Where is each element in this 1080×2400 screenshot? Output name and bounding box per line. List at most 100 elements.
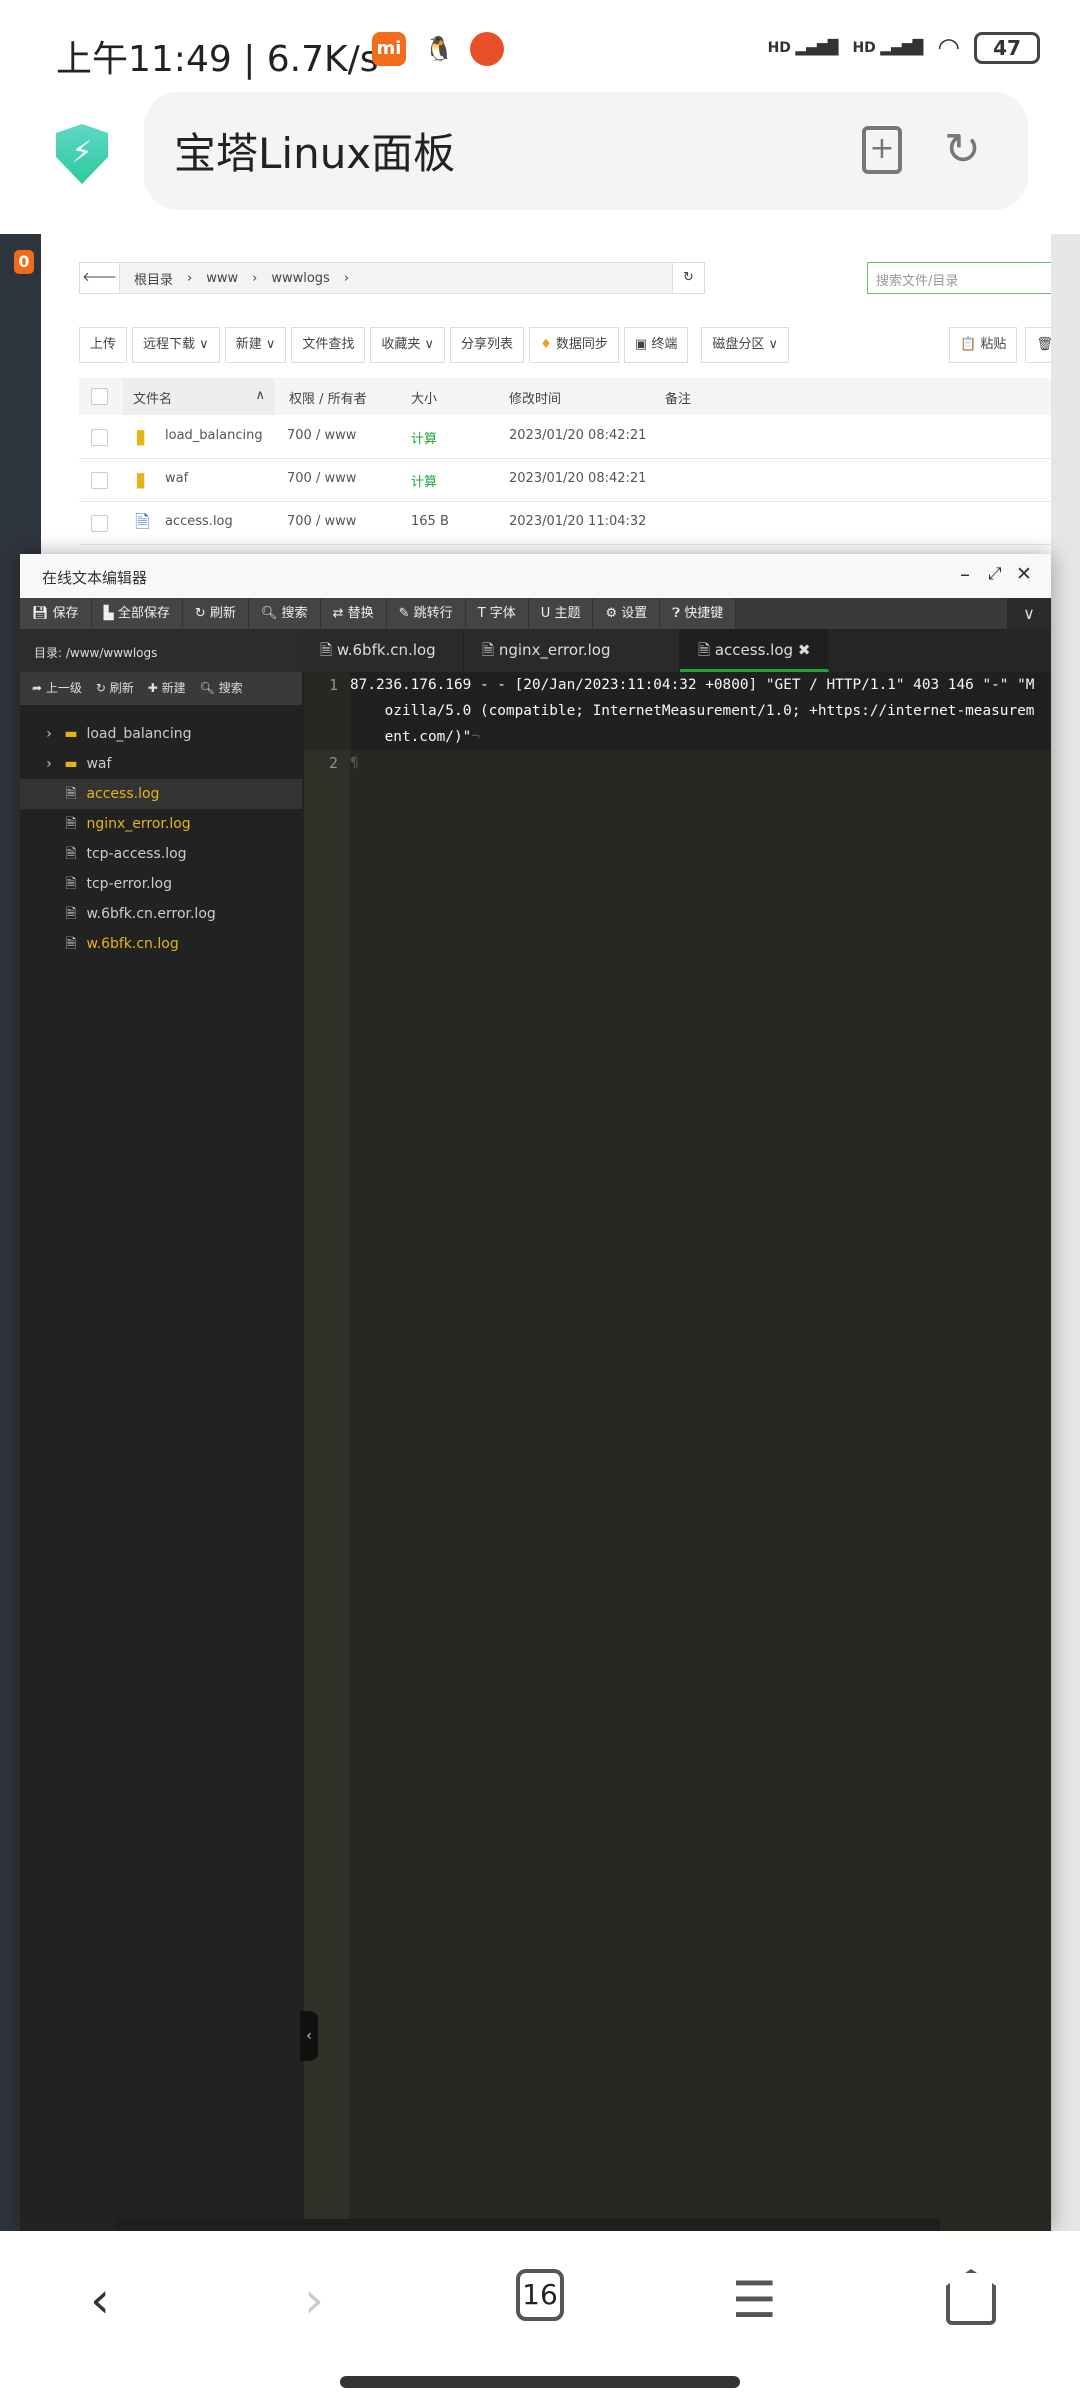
tree-item[interactable]: 🗎 w.6bfk.cn.error.log (20, 899, 302, 929)
reload-icon[interactable]: ↻ (944, 124, 981, 175)
tree-refresh-button[interactable]: ↻ 刷新 (96, 672, 134, 705)
back-arrow-icon[interactable]: 🡐 (80, 263, 120, 293)
breadcrumb-root[interactable]: 根目录 (134, 269, 173, 288)
tab-access-log[interactable]: 🗎 access.log ✖ (680, 629, 830, 672)
replace-icon: ⇄ (332, 606, 344, 621)
tree-item[interactable]: › ▬ waf (20, 749, 302, 779)
tree-item[interactable]: 🗎 tcp-access.log (20, 839, 302, 869)
chevron-right-icon: › (46, 756, 52, 772)
refresh-icon[interactable]: ↻ (672, 263, 704, 293)
close-tab-icon[interactable]: ✖ (798, 641, 811, 659)
menu-icon[interactable]: ☰ (732, 2271, 777, 2329)
settings-button[interactable]: ⚙ 设置 (593, 598, 661, 629)
table-row[interactable]: ▮ waf 700 / www 计算 2023/01/20 08:42:21 (79, 459, 1051, 502)
home-indicator[interactable] (340, 2376, 740, 2388)
table-row[interactable]: 🗎 access.log 700 / www 165 B 2023/01/20 … (79, 502, 1051, 545)
tree-item-label: w.6bfk.cn.log (86, 936, 179, 952)
tree-item-label: tcp-error.log (86, 876, 172, 892)
file-icon: 🗎 (65, 816, 77, 832)
tree-search-button[interactable]: 🔍︎ 搜索 (200, 672, 243, 705)
file-tree-pane: 目录: /www/wwwlogs ➦ 上一级 ↻ 刷新 ✚ 新建 🔍︎ 搜索 ›… (20, 629, 302, 2231)
remote-download-button[interactable]: 远程下载 ∨ (132, 327, 220, 363)
home-icon[interactable] (946, 2269, 996, 2325)
tree-item[interactable]: 🗎 w.6bfk.cn.log (20, 929, 302, 959)
replace-button[interactable]: ⇄ 替换 (320, 598, 387, 629)
shield-icon[interactable]: ⚡ (56, 124, 108, 184)
tree-item-label: load_balancing (86, 726, 192, 742)
data-sync-button[interactable]: ♦ 数据同步 (529, 327, 619, 363)
close-icon[interactable]: ✕ (1016, 563, 1032, 585)
shortcuts-button[interactable]: ❓︎ 快捷键 (660, 598, 737, 629)
row-checkbox[interactable] (91, 429, 108, 446)
notification-badge[interactable]: 0 (14, 250, 34, 274)
new-button[interactable]: 新建 ∨ (224, 327, 287, 363)
browser-nav-bar: ‹ › 16 ☰ (0, 2231, 1080, 2400)
paste-button[interactable]: 📋 粘贴 (949, 327, 1018, 363)
font-icon: T (477, 606, 486, 621)
collapse-pane-handle[interactable]: ‹ (300, 2011, 318, 2061)
chevron-down-icon[interactable]: ∨ (1007, 598, 1051, 629)
breadcrumb: 🡐 根目录 › www › wwwlogs › ↻ (79, 262, 705, 294)
back-icon[interactable]: ‹ (90, 2271, 110, 2329)
horizontal-scrollbar[interactable] (116, 2219, 940, 2231)
sort-name-header[interactable]: 文件名 ∧ (123, 378, 275, 415)
file-icon: 🗎 (482, 641, 495, 659)
save-button[interactable]: 💾︎ 保存 (20, 598, 92, 629)
font-button[interactable]: T 字体 (465, 598, 529, 629)
breadcrumb-www[interactable]: www (206, 271, 238, 286)
table-header: 文件名 ∧ 权限 / 所有者 大小 修改时间 备注 (79, 378, 1051, 415)
tree-item[interactable]: 🗎 access.log (20, 779, 302, 809)
magnet-icon: U (540, 606, 551, 621)
code-line: 87.236.176.169 - - [20/Jan/2023:11:04:32… (350, 672, 1051, 750)
folder-icon: ▮ (135, 424, 147, 448)
search-input[interactable]: 搜索文件/目录 (867, 262, 1067, 294)
page-title: 宝塔Linux面板 (174, 129, 456, 178)
code-area[interactable]: 87.236.176.169 - - [20/Jan/2023:11:04:32… (350, 672, 1051, 2231)
bookmark-add-icon[interactable]: + (862, 126, 902, 174)
breadcrumb-wwwlogs[interactable]: wwwlogs (271, 271, 330, 286)
up-level-button[interactable]: ➦ 上一级 (32, 672, 82, 705)
row-checkbox[interactable] (91, 472, 108, 489)
minimize-icon[interactable]: – (960, 562, 970, 586)
tab-w6bfk-log[interactable]: 🗎 w.6bfk.cn.log (302, 629, 464, 672)
favorites-button[interactable]: 收藏夹 ∨ (370, 327, 446, 363)
file-toolbar: 上传 远程下载 ∨ 新建 ∨ 文件查找 收藏夹 ∨ 分享列表 ♦ 数据同步 ▣ … (79, 327, 789, 363)
terminal-button[interactable]: ▣ 终端 (623, 327, 689, 363)
goto-line-button[interactable]: ✎ 跳转行 (386, 598, 466, 629)
status-bar: 上午11:49 | 6.7K/s mi 🐧 HD ▂▄▆█ HD ▂▄▆█ ◠ … (0, 0, 1080, 90)
select-all-checkbox[interactable] (91, 388, 108, 405)
page-scrollbar[interactable] (1051, 234, 1080, 2231)
tree-item-label: tcp-access.log (86, 846, 187, 862)
maximize-icon[interactable]: ⤢ (988, 564, 1002, 584)
address-bar[interactable]: 宝塔Linux面板 + ↻ (144, 92, 1028, 210)
save-icon: 💾︎ (32, 606, 49, 621)
folder-icon: ▬ (64, 726, 78, 742)
disk-partition-button[interactable]: 磁盘分区 ∨ (701, 327, 789, 363)
editor-toolbar: 💾︎ 保存 ▙ 全部保存 ↻ 刷新 🔍︎ 搜索 ⇄ 替换 ✎ 跳转行 T 字体 … (20, 598, 1051, 629)
mi-icon: mi (372, 32, 406, 66)
upload-button[interactable]: 上传 (79, 327, 128, 363)
share-list-button[interactable]: 分享列表 (450, 327, 525, 363)
help-icon: ❓︎ (672, 606, 681, 621)
row-checkbox[interactable] (91, 515, 108, 532)
tabs-button[interactable]: 16 (516, 2269, 564, 2321)
tree-item[interactable]: 🗎 nginx_error.log (20, 809, 302, 839)
tree-new-button[interactable]: ✚ 新建 (148, 672, 186, 705)
save-all-button[interactable]: ▙ 全部保存 (91, 598, 183, 629)
theme-button[interactable]: U 主题 (528, 598, 594, 629)
gear-icon: ⚙ (605, 606, 618, 621)
forward-icon[interactable]: › (304, 2271, 324, 2329)
directory-label: 目录: /www/wwwlogs (20, 629, 302, 672)
line-gutter: 1 2 (304, 672, 350, 2231)
file-search-button[interactable]: 文件查找 (291, 327, 366, 363)
tree-item[interactable]: 🗎 tcp-error.log (20, 869, 302, 899)
terminal-icon: ▣ (634, 337, 648, 352)
refresh-button[interactable]: ↻ 刷新 (182, 598, 249, 629)
search-button[interactable]: 🔍︎ 搜索 (248, 598, 321, 629)
file-icon: 🗎 (65, 906, 77, 922)
table-row[interactable]: ▮ load_balancing 700 / www 计算 2023/01/20… (79, 416, 1051, 459)
signal-icon: HD ▂▄▆█ (852, 40, 924, 56)
wifi-icon: ◠ (937, 33, 960, 63)
tab-nginx-error-log[interactable]: 🗎 nginx_error.log (464, 629, 680, 672)
tree-item[interactable]: › ▬ load_balancing (20, 719, 302, 749)
